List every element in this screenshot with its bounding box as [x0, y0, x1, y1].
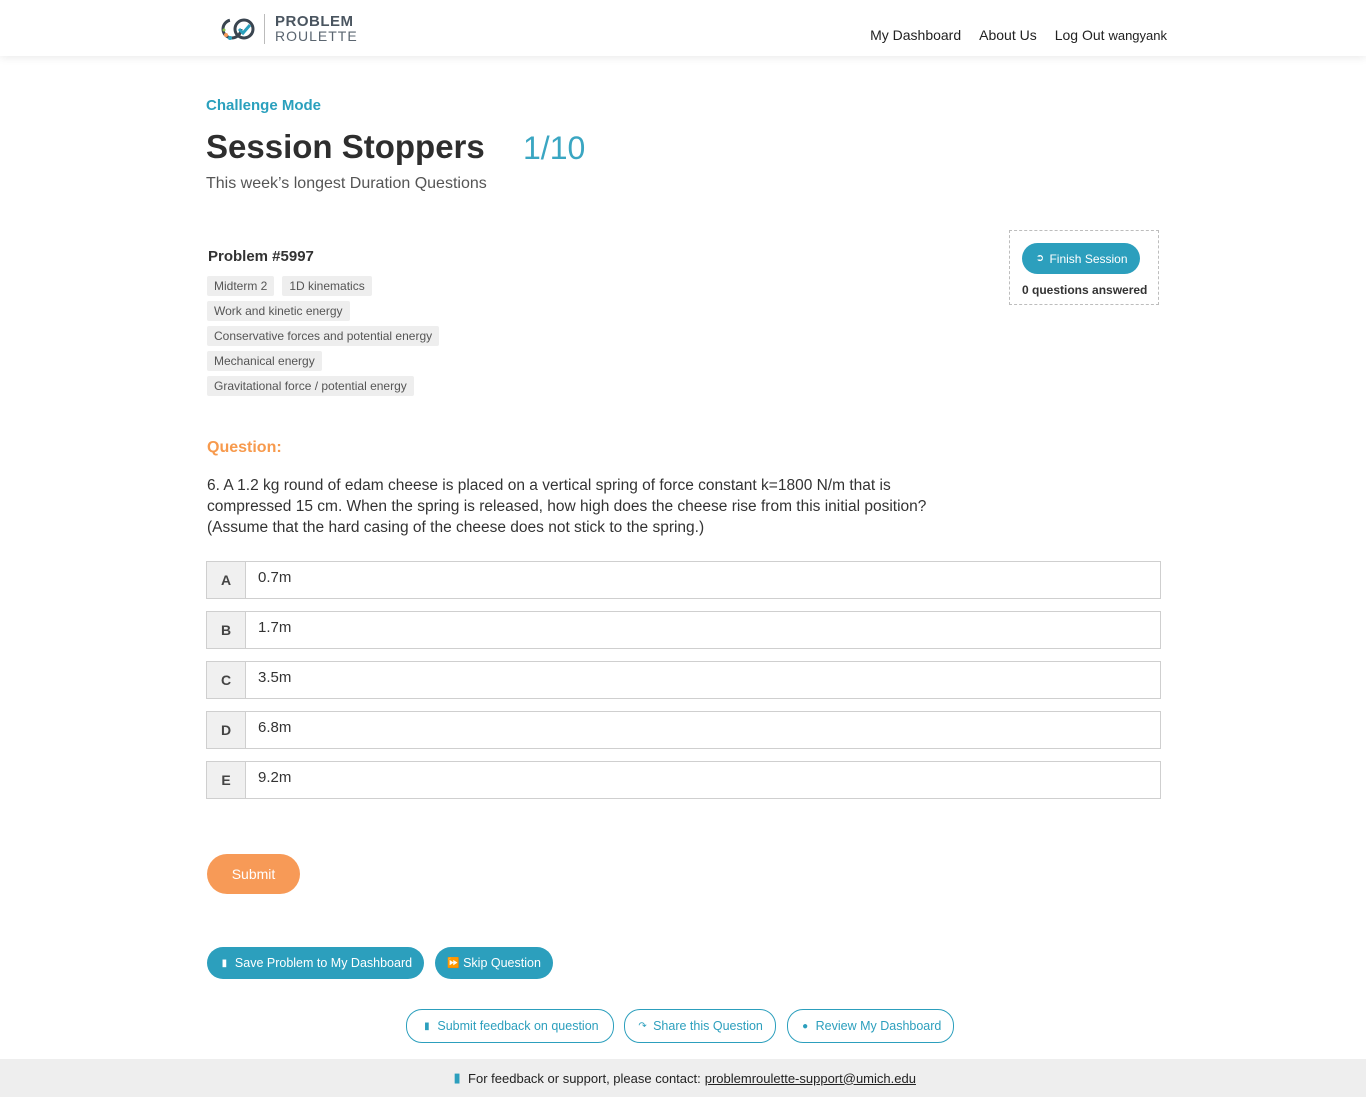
submit-feedback-button[interactable]: ▮ Submit feedback on question [406, 1009, 614, 1043]
question-counter: 1/10 [523, 130, 586, 166]
questions-answered-count: 0 questions answered [1022, 283, 1148, 297]
topic-tag: Gravitational force / potential energy [207, 376, 414, 396]
review-dashboard-button[interactable]: ● Review My Dashboard [787, 1009, 954, 1043]
choice-letter: B [207, 612, 246, 648]
save-problem-button[interactable]: ▮ Save Problem to My Dashboard [207, 947, 424, 979]
roulette-logo-icon [221, 18, 255, 40]
page-title: Session Stoppers [206, 128, 485, 165]
topic-tag: Midterm 2 [207, 276, 275, 296]
choice-letter: A [207, 562, 246, 598]
top-header: PROBLEM ROULETTE My Dashboard About Us L… [0, 0, 1366, 56]
answer-choices: A 0.7m B 1.7m C 3.5m D 6.8m E 9.2m [206, 561, 1161, 811]
finish-session-panel: ➲ Finish Session 0 questions answered [1009, 230, 1159, 305]
choice-value: 1.7m [258, 619, 292, 636]
logo-text-line2: ROULETTE [275, 28, 358, 44]
topic-tag: 1D kinematics [282, 276, 372, 296]
user-icon: ● [802, 1020, 809, 1032]
choice-letter: D [207, 712, 246, 748]
logo-divider [264, 14, 265, 44]
support-email-link[interactable]: problemroulette-support@umich.edu [705, 1071, 916, 1086]
save-problem-label: Save Problem to My Dashboard [234, 956, 413, 970]
answer-choice-a[interactable]: A 0.7m [206, 561, 1161, 599]
answer-choice-c[interactable]: C 3.5m [206, 661, 1161, 699]
share-icon: ↷ [638, 1020, 647, 1032]
footer: ▮ For feedback or support, please contac… [0, 1059, 1366, 1097]
review-dashboard-label: Review My Dashboard [815, 1019, 942, 1033]
username: wangyank [1108, 28, 1167, 43]
choice-value: 0.7m [258, 569, 292, 586]
submit-feedback-label: Submit feedback on question [437, 1019, 599, 1033]
comment-icon: ▮ [453, 1070, 461, 1085]
fast-forward-icon: ⏩ [447, 957, 460, 969]
answer-choice-b[interactable]: B 1.7m [206, 611, 1161, 649]
submit-button[interactable]: Submit [207, 854, 300, 894]
sign-out-icon: ➲ [1035, 253, 1045, 264]
log-out-label: Log Out [1054, 27, 1105, 43]
choice-value: 9.2m [258, 769, 292, 786]
choice-value: 3.5m [258, 669, 292, 686]
topic-tags: Midterm 2 1D kinematics Work and kinetic… [207, 276, 507, 401]
page-subtitle: This week’s longest Duration Questions [206, 175, 487, 192]
footer-text: For feedback or support, please contact: [468, 1070, 701, 1086]
finish-session-label: Finish Session [1049, 251, 1128, 266]
topic-tag: Work and kinetic energy [207, 301, 350, 321]
skip-question-button[interactable]: ⏩ Skip Question [435, 947, 553, 979]
skip-question-label: Skip Question [463, 956, 541, 970]
answer-choice-d[interactable]: D 6.8m [206, 711, 1161, 749]
comment-icon: ▮ [424, 1020, 430, 1032]
question-label: Question: [207, 439, 282, 456]
answer-choice-e[interactable]: E 9.2m [206, 761, 1161, 799]
logo[interactable]: PROBLEM ROULETTE [220, 12, 358, 46]
logo-text-line1: PROBLEM [275, 13, 354, 30]
choice-value: 6.8m [258, 719, 292, 736]
topic-tag: Conservative forces and potential energy [207, 326, 440, 346]
finish-session-button[interactable]: ➲ Finish Session [1022, 243, 1140, 274]
question-text: 6. A 1.2 kg round of edam cheese is plac… [207, 477, 927, 536]
problem-id: Problem #5997 [208, 248, 314, 265]
nav-my-dashboard[interactable]: My Dashboard [870, 27, 961, 43]
share-question-button[interactable]: ↷ Share this Question [624, 1009, 776, 1043]
share-question-label: Share this Question [653, 1019, 763, 1033]
topic-tag: Mechanical energy [207, 351, 322, 371]
choice-letter: E [207, 762, 246, 798]
bookmark-icon: ▮ [221, 957, 228, 969]
nav-about-us[interactable]: About Us [979, 27, 1037, 43]
choice-letter: C [207, 662, 246, 698]
mode-label: Challenge Mode [206, 97, 322, 114]
nav-log-out[interactable]: Log Out wangyank [1055, 27, 1167, 43]
main-nav: My Dashboard About Us Log Out wangyank [870, 27, 1167, 43]
